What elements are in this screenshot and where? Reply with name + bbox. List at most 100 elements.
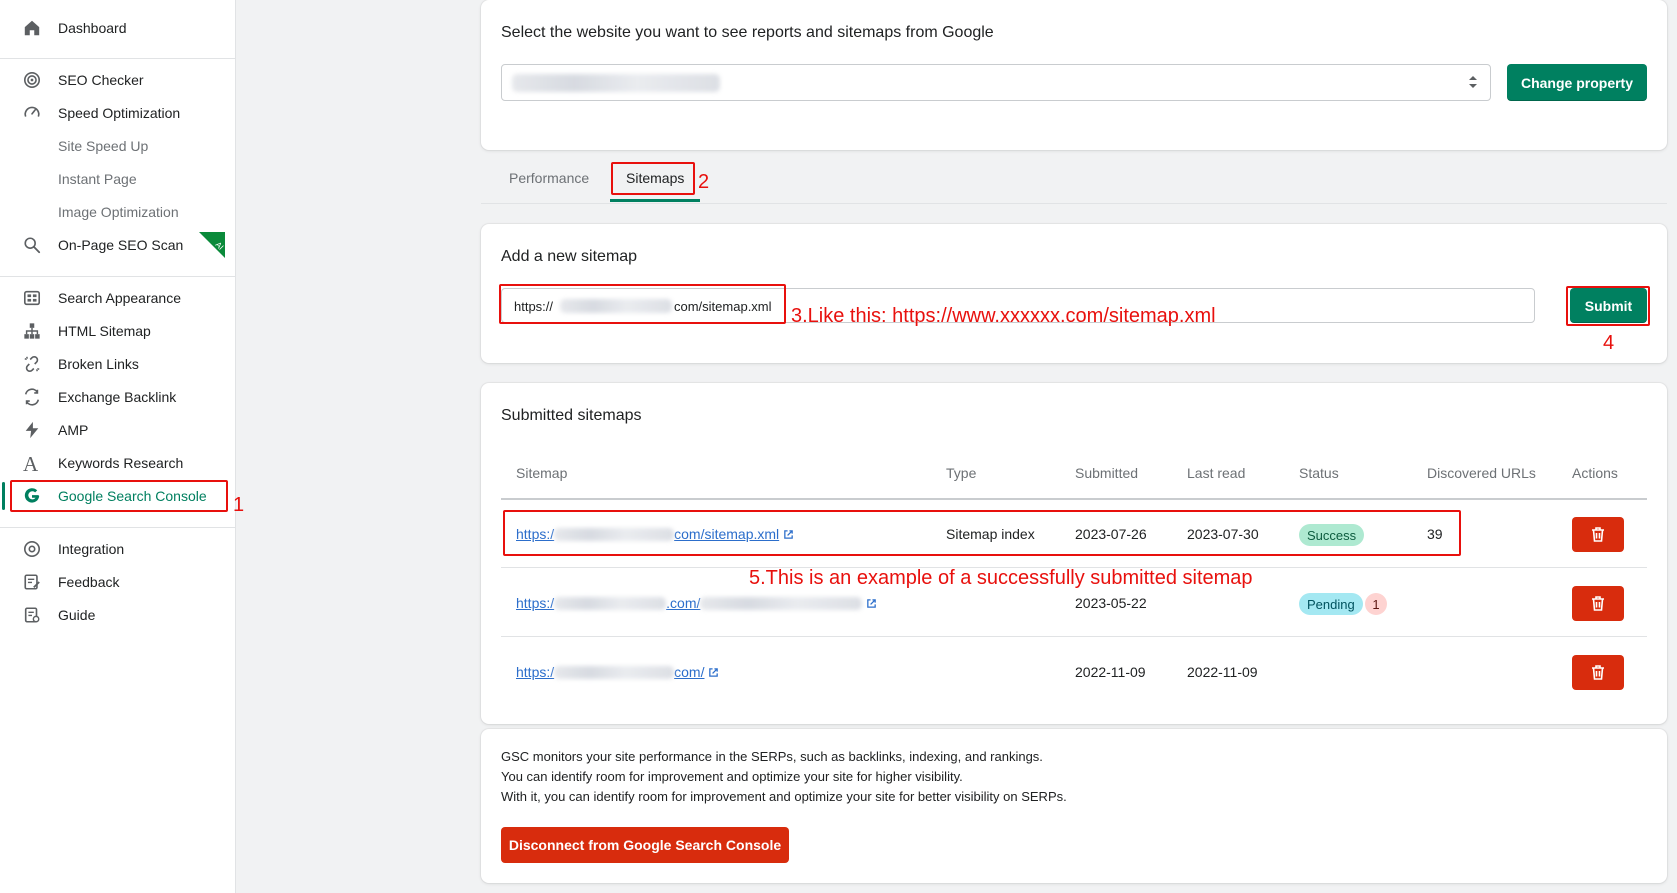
search-icon — [22, 235, 42, 255]
sidebar-item-speed-optimization[interactable]: Speed Optimization — [0, 98, 236, 128]
speedometer-icon — [22, 103, 42, 123]
gsc-info-card: GSC monitors your site performance in th… — [481, 729, 1667, 883]
sidebar-item-label: Search Appearance — [58, 290, 181, 306]
table-row-2-sitemap-link[interactable]: https:/ .com/ — [516, 595, 877, 611]
gsc-info-line-1: GSC monitors your site performance in th… — [501, 749, 1043, 764]
submitted-sitemaps-card: Submitted sitemaps Sitemap Type Submitte… — [481, 383, 1667, 724]
sidebar-item-instant-page[interactable]: Instant Page — [0, 164, 236, 194]
sidebar-item-label: Google Search Console — [58, 488, 207, 504]
trash-icon — [1592, 665, 1604, 680]
delete-button[interactable] — [1572, 655, 1624, 690]
sidebar-item-amp[interactable]: AMP — [0, 415, 236, 445]
property-card: Select the website you want to see repor… — [481, 0, 1667, 150]
sidebar-item-html-sitemap[interactable]: HTML Sitemap — [0, 316, 236, 346]
sidebar-item-label: AMP — [58, 422, 89, 438]
delete-button[interactable] — [1572, 517, 1624, 552]
table-row-1-sitemap-link[interactable]: https:/ com/sitemap.xml — [516, 526, 794, 542]
sitemap-link-suffix: com/sitemap.xml — [674, 526, 780, 542]
column-header-type: Type — [946, 465, 977, 481]
sidebar-item-exchange-backlink[interactable]: Exchange Backlink — [0, 382, 236, 412]
sidebar-item-search-appearance[interactable]: Search Appearance — [0, 283, 236, 313]
sidebar-item-integration[interactable]: Integration — [0, 534, 236, 564]
sidebar-item-label: HTML Sitemap — [58, 323, 151, 339]
sitemap-icon — [22, 321, 42, 341]
sidebar-item-broken-links[interactable]: Broken Links — [0, 349, 236, 379]
table-header-divider — [501, 498, 1647, 500]
sidebar-item-dashboard[interactable]: Dashboard — [0, 13, 236, 43]
property-select[interactable] — [501, 64, 1491, 101]
trash-icon — [1592, 527, 1604, 542]
property-card-title: Select the website you want to see repor… — [501, 24, 994, 41]
tab-performance[interactable]: Performance — [509, 170, 589, 186]
redacted-path — [700, 597, 863, 610]
table-row-1-discovered: 39 — [1427, 526, 1443, 542]
table-row-1-last-read: 2023-07-30 — [1187, 526, 1259, 542]
sidebar-item-feedback[interactable]: Feedback — [0, 567, 236, 597]
gsc-info-line-2: You can identify room for improvement an… — [501, 769, 963, 784]
tab-sitemaps[interactable]: Sitemaps — [626, 170, 684, 186]
sitemap-url-suffix: com/sitemap.xml — [674, 299, 772, 314]
redacted-url — [512, 74, 720, 92]
sidebar-item-site-speed-up[interactable]: Site Speed Up — [0, 131, 236, 161]
select-arrows-icon — [1468, 74, 1478, 93]
sidebar-divider — [0, 276, 236, 277]
sidebar-item-on-page-seo-scan[interactable]: On-Page SEO Scan AI — [0, 230, 236, 260]
add-sitemap-card: Add a new sitemap https:// com/sitemap.x… — [481, 224, 1667, 363]
sidebar-item-label: On-Page SEO Scan — [58, 237, 184, 253]
feedback-icon — [22, 572, 42, 592]
sidebar-item-google-search-console[interactable]: Google Search Console — [0, 481, 236, 511]
sitemap-link-prefix: https:/ — [516, 664, 555, 680]
exchange-icon — [22, 387, 42, 407]
table-row-1-type: Sitemap index — [946, 526, 1035, 542]
submitted-sitemaps-title: Submitted sitemaps — [501, 407, 642, 424]
sitemap-link-suffix: .com/ — [666, 595, 701, 611]
add-sitemap-title: Add a new sitemap — [501, 248, 638, 265]
table-row-1-submitted: 2023-07-26 — [1075, 526, 1147, 542]
sitemap-link-prefix: https:/ — [516, 595, 555, 611]
annotation-label-2: 2 — [698, 171, 710, 193]
sidebar-item-label: Integration — [58, 541, 125, 557]
sitemap-url-prefix: https:// — [514, 299, 554, 314]
external-link-icon — [784, 530, 793, 539]
error-count-badge: 1 — [1365, 593, 1387, 615]
guide-icon — [22, 605, 42, 625]
column-header-status: Status — [1299, 465, 1339, 481]
sidebar-item-label: Image Optimization — [58, 204, 179, 220]
sitemap-link-prefix: https:/ — [516, 526, 555, 542]
sidebar-item-label: Guide — [58, 607, 96, 623]
sidebar-item-keywords-research[interactable]: A Keywords Research — [0, 448, 236, 478]
redacted-domain — [554, 666, 675, 679]
sidebar-item-label: Broken Links — [58, 356, 139, 372]
sidebar-item-label: Instant Page — [58, 171, 137, 187]
row-divider — [501, 636, 1647, 637]
external-link-icon — [709, 668, 719, 677]
disconnect-gsc-button[interactable]: Disconnect from Google Search Console — [501, 827, 789, 863]
sidebar-item-label: Speed Optimization — [58, 105, 181, 121]
annotation-label-5: 5.This is an example of a successfully s… — [749, 567, 1253, 589]
home-icon — [22, 18, 42, 38]
annotation-label-3: 3.Like this: https://www.xxxxxx.com/site… — [791, 305, 1216, 327]
submit-button[interactable]: Submit — [1570, 288, 1647, 323]
sidebar-item-label: Feedback — [58, 574, 120, 590]
trash-icon — [1592, 596, 1604, 611]
sidebar-item-image-optimization[interactable]: Image Optimization — [0, 197, 236, 227]
sidebar-item-label: SEO Checker — [58, 72, 144, 88]
tab-active-indicator — [610, 199, 700, 202]
sidebar-item-guide[interactable]: Guide — [0, 600, 236, 630]
table-row-3-sitemap-link[interactable]: https:/ com/ — [516, 664, 719, 680]
gsc-info-line-3: With it, you can identify room for impro… — [501, 789, 1067, 804]
change-property-button[interactable]: Change property — [1507, 64, 1647, 101]
sidebar-item-label: Site Speed Up — [58, 138, 149, 154]
table-row-3-last-read: 2022-11-09 — [1187, 664, 1258, 680]
external-link-icon — [867, 599, 877, 608]
redacted-domain — [554, 528, 675, 541]
column-header-actions: Actions — [1572, 465, 1618, 481]
sidebar-item-label: Dashboard — [58, 20, 127, 36]
sidebar-item-label: Exchange Backlink — [58, 389, 177, 405]
sidebar-item-seo-checker[interactable]: SEO Checker — [0, 65, 236, 95]
redacted-domain — [554, 597, 667, 610]
sidebar-item-label: Keywords Research — [58, 455, 184, 471]
delete-button[interactable] — [1572, 586, 1624, 621]
sidebar-divider — [0, 58, 236, 59]
grid-icon — [22, 288, 42, 308]
